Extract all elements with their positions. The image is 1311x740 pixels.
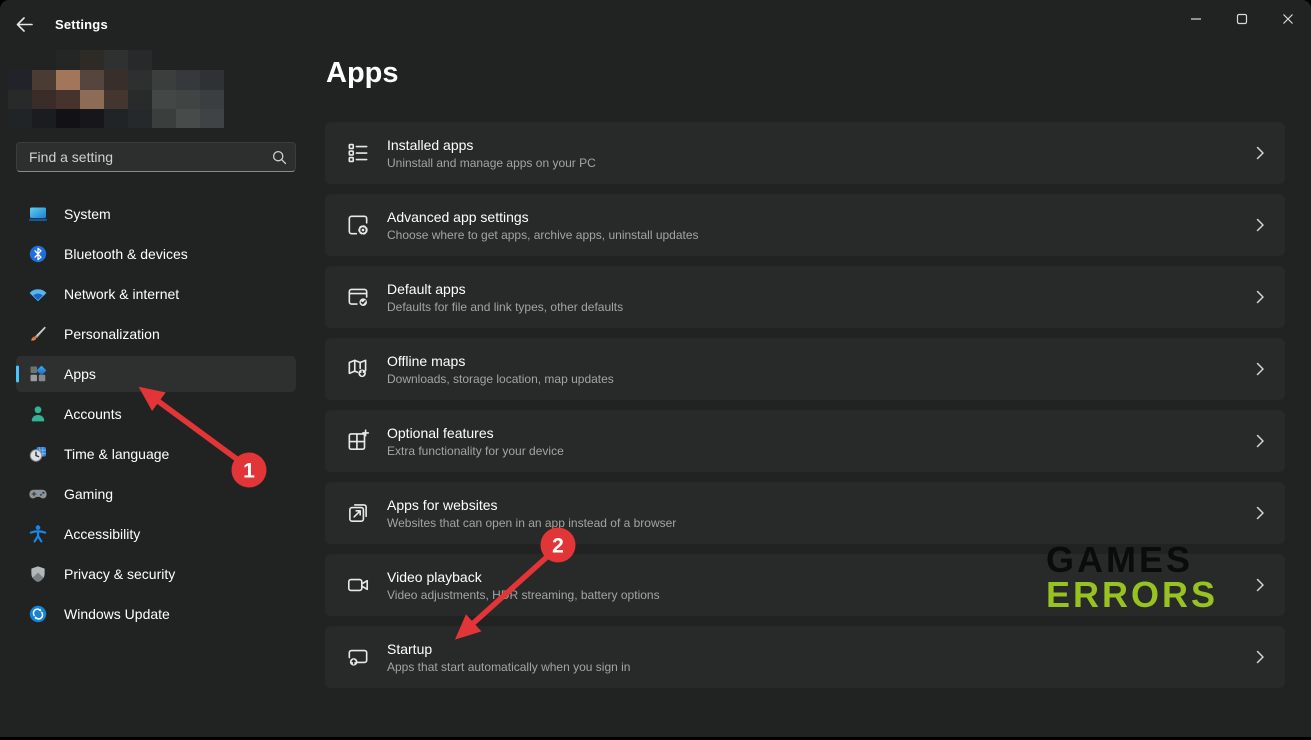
sidebar-item-label: Network & internet (64, 286, 179, 302)
card-subtitle: Extra functionality for your device (387, 444, 564, 458)
gaming-icon (28, 484, 48, 504)
card-subtitle: Video adjustments, HDR streaming, batter… (387, 588, 660, 602)
network-icon (28, 284, 48, 304)
sidebar-item-label: System (64, 206, 111, 222)
chevron-right-icon (1256, 290, 1265, 304)
apps-icon (28, 364, 48, 384)
card-title: Installed apps (387, 137, 596, 153)
sidebar-item-privacy-security[interactable]: Privacy & security (16, 556, 296, 592)
close-button[interactable] (1265, 0, 1311, 38)
bluetooth-icon (28, 244, 48, 264)
sidebar-item-network-internet[interactable]: Network & internet (16, 276, 296, 312)
card-advanced-app-settings[interactable]: Advanced app settings Choose where to ge… (325, 194, 1285, 256)
system-icon (28, 204, 48, 224)
watermark-line1: GAMES (1046, 542, 1218, 577)
user-avatar-redacted[interactable] (8, 50, 224, 133)
default-apps-icon (345, 284, 371, 310)
sidebar-item-label: Time & language (64, 446, 169, 462)
sidebar-item-label: Accounts (64, 406, 122, 422)
settings-window: Settings (0, 0, 1311, 737)
sidebar-item-time-language[interactable]: Time & language (16, 436, 296, 472)
startup-icon (345, 644, 371, 670)
window-title: Settings (55, 17, 108, 32)
search-input[interactable] (29, 149, 272, 165)
titlebar: Settings (0, 0, 1311, 48)
chevron-right-icon (1256, 362, 1265, 376)
card-apps-for-websites[interactable]: Apps for websites Websites that can open… (325, 482, 1285, 544)
card-subtitle: Downloads, storage location, map updates (387, 372, 614, 386)
card-subtitle: Choose where to get apps, archive apps, … (387, 228, 699, 242)
card-title: Optional features (387, 425, 564, 441)
sidebar-item-label: Apps (64, 366, 96, 382)
sidebar-nav: System Bluetooth & devices Network & int… (16, 196, 296, 636)
minimize-button[interactable] (1173, 0, 1219, 38)
time-language-icon (28, 444, 48, 464)
chevron-right-icon (1256, 146, 1265, 160)
apps-for-websites-icon (345, 500, 371, 526)
sidebar-item-gaming[interactable]: Gaming (16, 476, 296, 512)
sidebar-item-accessibility[interactable]: Accessibility (16, 516, 296, 552)
maximize-icon (1236, 13, 1248, 25)
close-icon (1282, 13, 1294, 25)
sidebar-item-accounts[interactable]: Accounts (16, 396, 296, 432)
card-installed-apps[interactable]: Installed apps Uninstall and manage apps… (325, 122, 1285, 184)
sidebar-item-apps[interactable]: Apps (16, 356, 296, 392)
card-title: Video playback (387, 569, 660, 585)
chevron-right-icon (1256, 218, 1265, 232)
sidebar-item-windows-update[interactable]: Windows Update (16, 596, 296, 632)
watermark-line2: ERRORS (1046, 577, 1218, 612)
card-offline-maps[interactable]: Offline maps Downloads, storage location… (325, 338, 1285, 400)
sidebar-item-label: Personalization (64, 326, 160, 342)
windows-update-icon (28, 604, 48, 624)
back-arrow-icon (16, 17, 33, 32)
card-optional-features[interactable]: Optional features Extra functionality fo… (325, 410, 1285, 472)
chevron-right-icon (1256, 506, 1265, 520)
sidebar-item-system[interactable]: System (16, 196, 296, 232)
accessibility-icon (28, 524, 48, 544)
sidebar-item-label: Bluetooth & devices (64, 246, 188, 262)
sidebar-item-label: Windows Update (64, 606, 170, 622)
card-subtitle: Websites that can open in an app instead… (387, 516, 676, 530)
video-playback-icon (345, 572, 371, 598)
selected-accent-bar (16, 366, 19, 383)
back-button[interactable] (10, 10, 38, 38)
chevron-right-icon (1256, 434, 1265, 448)
card-subtitle: Apps that start automatically when you s… (387, 660, 630, 674)
sidebar-item-personalization[interactable]: Personalization (16, 316, 296, 352)
accounts-icon (28, 404, 48, 424)
sidebar-item-label: Accessibility (64, 526, 140, 542)
optional-features-icon (345, 428, 371, 454)
privacy-icon (28, 564, 48, 584)
card-title: Startup (387, 641, 630, 657)
search-icon (272, 150, 287, 165)
search-box (16, 142, 296, 172)
card-title: Offline maps (387, 353, 614, 369)
sidebar-item-label: Privacy & security (64, 566, 175, 582)
installed-apps-icon (345, 140, 371, 166)
sidebar-item-label: Gaming (64, 486, 113, 502)
games-errors-watermark: GAMES ERRORS (1046, 542, 1218, 612)
card-title: Default apps (387, 281, 623, 297)
card-default-apps[interactable]: Default apps Defaults for file and link … (325, 266, 1285, 328)
card-title: Apps for websites (387, 497, 676, 513)
chevron-right-icon (1256, 650, 1265, 664)
card-startup[interactable]: Startup Apps that start automatically wh… (325, 626, 1285, 688)
card-subtitle: Uninstall and manage apps on your PC (387, 156, 596, 170)
card-subtitle: Defaults for file and link types, other … (387, 300, 623, 314)
advanced-app-settings-icon (345, 212, 371, 238)
minimize-icon (1190, 13, 1202, 25)
maximize-button[interactable] (1219, 0, 1265, 38)
offline-maps-icon (345, 356, 371, 382)
chevron-right-icon (1256, 578, 1265, 592)
sidebar-item-bluetooth-devices[interactable]: Bluetooth & devices (16, 236, 296, 272)
card-title: Advanced app settings (387, 209, 699, 225)
page-title: Apps (326, 57, 399, 90)
personalization-icon (28, 324, 48, 344)
